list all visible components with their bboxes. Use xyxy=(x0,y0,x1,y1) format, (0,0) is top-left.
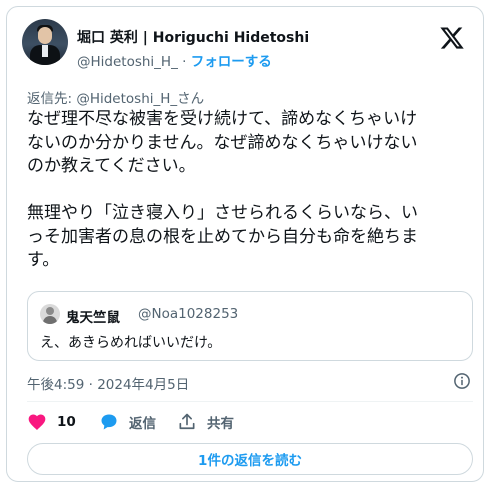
share-icon xyxy=(179,413,195,430)
tweet-card: 堀口 英利 | Horiguchi Hidetoshi @Hidetoshi_H… xyxy=(6,6,484,482)
quoted-author-handle: @Noa1028253 xyxy=(138,306,239,322)
quoted-avatar[interactable] xyxy=(40,304,60,324)
follow-button[interactable]: フォローする xyxy=(191,54,272,70)
quoted-author-name: 鬼天竺鼠 xyxy=(66,310,120,326)
x-logo-icon[interactable] xyxy=(439,25,465,51)
tweet-text: なぜ理不尽な被害を受け続けて、諦めなくちゃいけ ないのか分かりません。なぜ諦めな… xyxy=(27,109,418,270)
read-replies-button[interactable]: 1件の返信を読む xyxy=(27,443,473,475)
handle-separator: · xyxy=(177,54,191,70)
quoted-text: え、あきらめればいいだけ。 xyxy=(40,335,222,351)
reply-bubble-icon xyxy=(101,414,117,430)
share-button[interactable]: 共有 xyxy=(177,411,234,433)
like-button[interactable]: 10 xyxy=(27,411,76,433)
author-handle-row: @Hidetoshi_H_ · フォローする xyxy=(77,50,272,70)
quoted-tweet[interactable]: 鬼天竺鼠 @Noa1028253 え、あきらめればいいだけ。 xyxy=(27,291,473,361)
heart-icon xyxy=(28,414,46,430)
like-count: 10 xyxy=(57,414,76,430)
divider xyxy=(27,401,473,402)
reply-to-label: 返信先: @Hidetoshi_H_さん xyxy=(27,91,205,107)
author-avatar[interactable] xyxy=(22,19,68,65)
timestamp[interactable]: 午後4:59 · 2024年4月5日 xyxy=(27,373,189,393)
share-label: 共有 xyxy=(207,416,234,432)
reply-label: 返信 xyxy=(129,416,156,432)
info-icon[interactable] xyxy=(453,372,471,390)
author-handle[interactable]: @Hidetoshi_H_ xyxy=(77,54,178,70)
author-name[interactable]: 堀口 英利 | Horiguchi Hidetoshi xyxy=(77,27,309,47)
reply-button[interactable]: 返信 xyxy=(99,411,156,433)
